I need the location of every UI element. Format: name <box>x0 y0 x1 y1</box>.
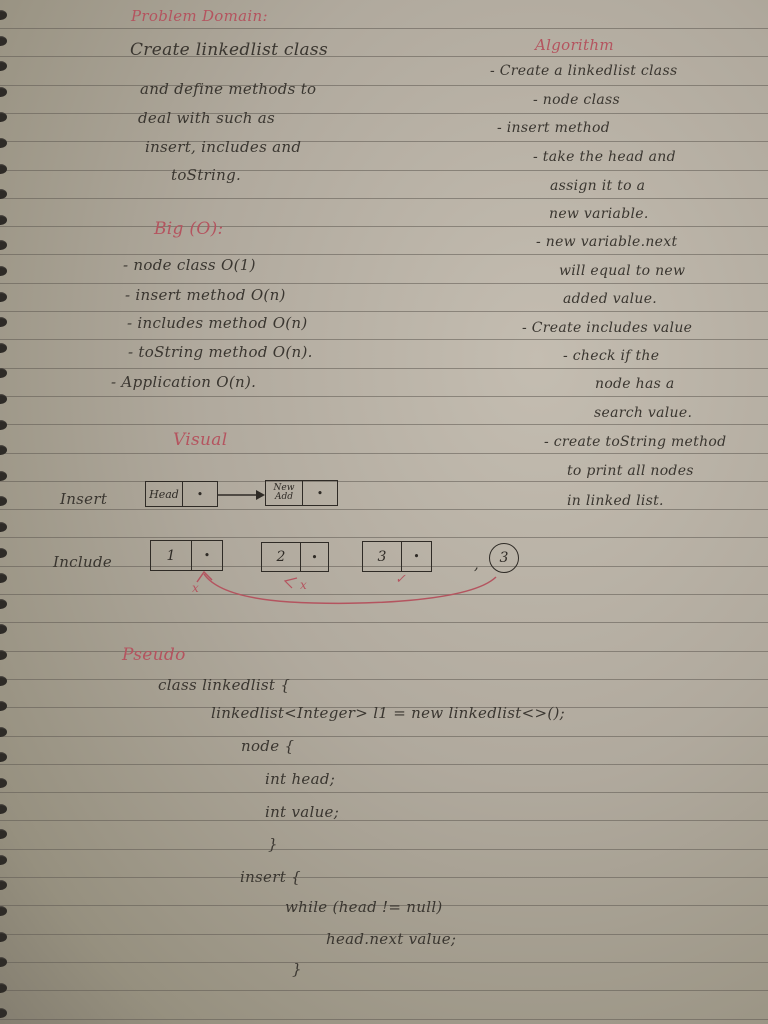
arrow-mark-2 <box>283 577 298 589</box>
pseudo-line: class linkedlist { <box>158 676 291 694</box>
insert-arrow <box>218 490 265 500</box>
pseudo-line: } <box>268 835 278 853</box>
pseudo-line: linkedlist<Integer> l1 = new linkedlist<… <box>211 704 566 722</box>
pseudo-line: } <box>292 960 302 978</box>
pseudo-line: int head; <box>265 770 336 788</box>
pseudo-line: int value; <box>265 803 340 821</box>
pseudo-heading: Pseudo <box>122 645 186 665</box>
pseudo-line: while (head != null) <box>285 898 443 916</box>
notebook-page: Problem Domain: Create linkedlist class … <box>0 0 768 1024</box>
diagram-strokes <box>196 490 497 605</box>
pseudo-line: head.next value; <box>326 930 457 948</box>
search-arrow <box>203 573 497 605</box>
pseudo-line: node { <box>241 737 295 755</box>
pseudo-line: insert { <box>240 868 301 886</box>
